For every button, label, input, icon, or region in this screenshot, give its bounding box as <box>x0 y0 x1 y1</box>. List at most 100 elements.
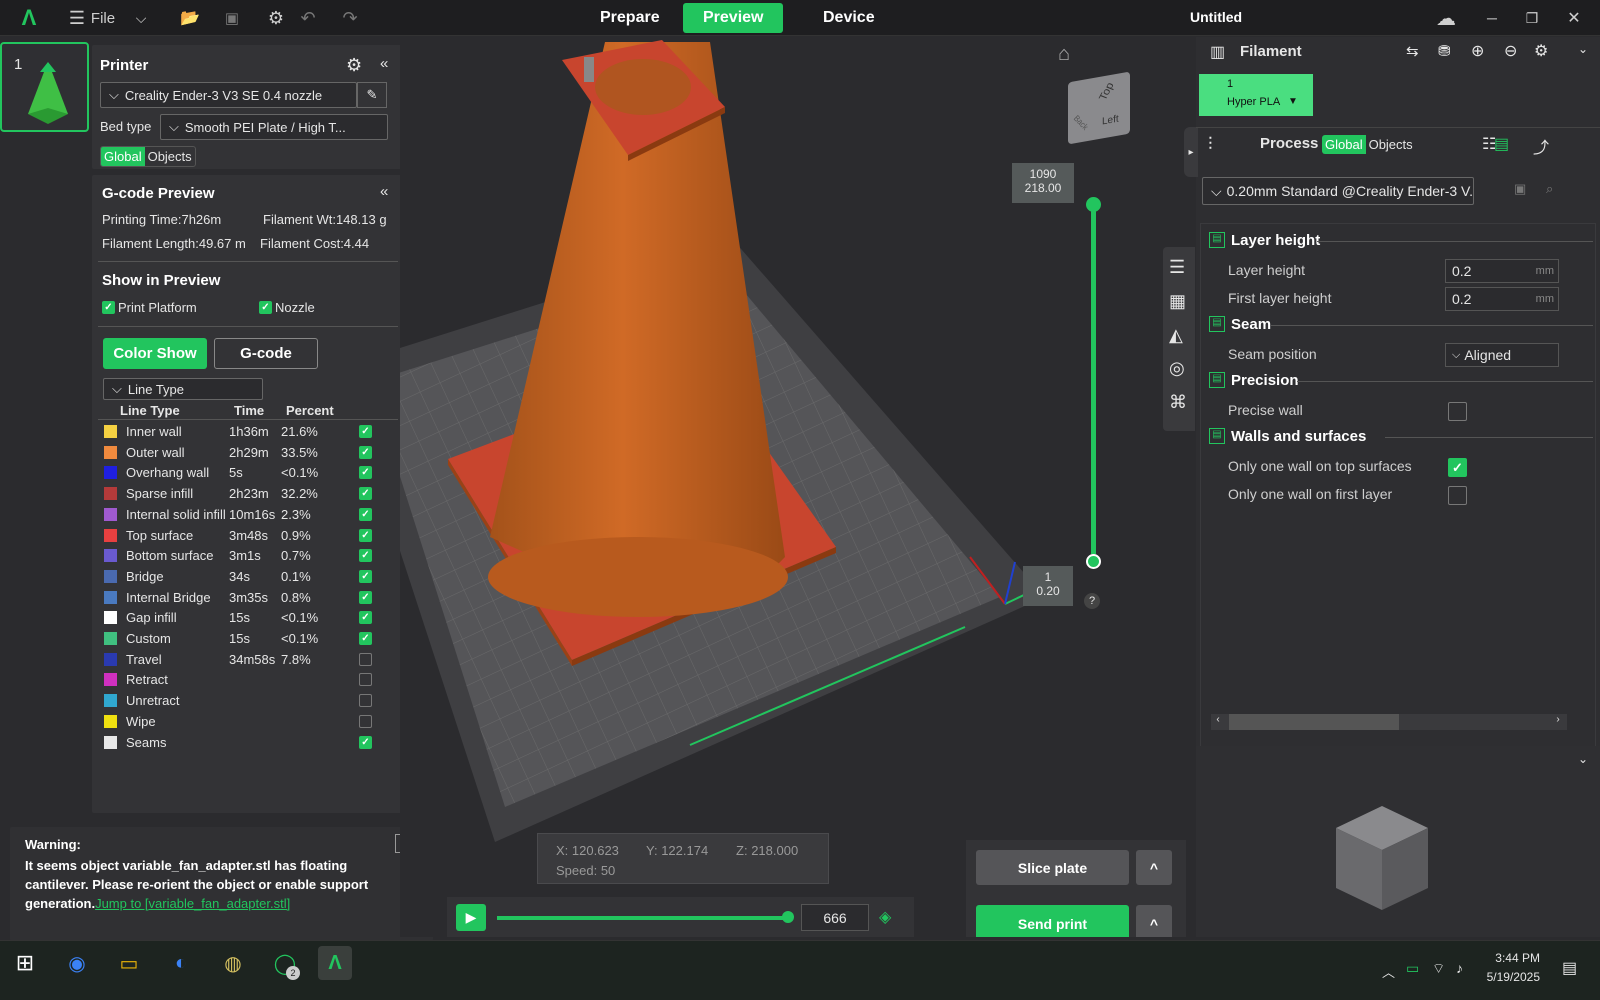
slice-plate-button[interactable]: Slice plate <box>976 850 1129 885</box>
search-icon[interactable]: ⌕ <box>1546 181 1553 197</box>
scroll-thumb[interactable] <box>1229 714 1399 730</box>
volume-icon[interactable]: ♪ <box>1456 960 1463 976</box>
setting-checkbox[interactable] <box>1448 486 1467 505</box>
layers-stack-icon[interactable]: ◈ <box>879 907 891 927</box>
visibility-checkbox[interactable]: ✓ <box>359 590 372 604</box>
windows-start-icon[interactable]: ⊞ <box>8 946 42 980</box>
layers-icon[interactable]: ☰ <box>1169 257 1185 278</box>
visibility-checkbox[interactable] <box>359 694 372 708</box>
redo-icon[interactable]: ↷ <box>338 0 362 36</box>
compare-icon[interactable]: ▤ <box>1494 134 1509 154</box>
command-icon[interactable]: ⌘ <box>1169 392 1187 413</box>
edge-icon[interactable]: ◐ <box>164 946 198 980</box>
clock-time[interactable]: 3:44 PM <box>1480 951 1540 965</box>
visibility-checkbox[interactable] <box>359 652 372 666</box>
collapse-icon[interactable]: « <box>380 55 388 72</box>
close-icon[interactable]: ✕ <box>1562 0 1586 36</box>
scope-objects[interactable]: Objects <box>145 147 195 166</box>
plate-thumbnail[interactable]: 1 <box>0 42 89 132</box>
checkbox[interactable]: ✓ <box>259 301 272 314</box>
visibility-checkbox[interactable]: ✓ <box>359 528 372 542</box>
visibility-checkbox[interactable]: ✓ <box>359 487 372 501</box>
scroll-right-icon[interactable]: › <box>1551 714 1565 725</box>
undo-icon[interactable]: ↶ <box>296 0 320 36</box>
battery-icon[interactable]: ▭ <box>1406 960 1419 977</box>
chrome-icon[interactable]: ◍ <box>216 946 250 980</box>
move-value-input[interactable]: 666 <box>801 904 869 931</box>
scope-global[interactable]: Global <box>101 147 145 166</box>
setting-checkbox[interactable] <box>1448 402 1467 421</box>
creality-print-icon[interactable]: Λ <box>318 946 352 980</box>
horizontal-scrollbar[interactable]: ‹ › <box>1211 714 1567 730</box>
setting-input[interactable]: 0.2 mm <box>1445 259 1559 283</box>
caret-down-icon[interactable]: ▼ <box>1288 96 1298 107</box>
target-icon[interactable]: ◎ <box>1169 358 1185 379</box>
send-print-button[interactable]: Send print <box>976 905 1129 937</box>
printer-settings-icon[interactable]: ⚙ <box>346 55 362 76</box>
restore-icon[interactable]: ❐ <box>1520 0 1544 36</box>
notification-icon[interactable]: ▤ <box>1562 958 1577 978</box>
measure-icon[interactable]: ◭ <box>1169 325 1183 346</box>
layer-slider-track[interactable] <box>1091 204 1096 554</box>
remove-filament-icon[interactable]: ⊖ <box>1504 41 1517 61</box>
setting-select[interactable]: ⌵ Aligned <box>1445 343 1559 367</box>
filament-slot-1[interactable]: 1 Hyper PLA ▼ <box>1199 74 1313 116</box>
chevron-down-icon[interactable]: ⌄ <box>1578 752 1588 766</box>
bed-type-select[interactable]: ⌵ Smooth PEI Plate / High T... <box>160 114 388 140</box>
minimize-icon[interactable]: ─ <box>1480 0 1504 36</box>
visibility-checkbox[interactable]: ✓ <box>359 611 372 625</box>
scope-objects[interactable]: Objects <box>1366 135 1416 154</box>
nozzle-option[interactable]: ✓ Nozzle <box>259 300 315 315</box>
open-folder-icon[interactable]: 📂 <box>178 0 202 36</box>
edit-printer-button[interactable]: ✎ <box>357 82 387 108</box>
gcode-button[interactable]: G-code <box>214 338 318 369</box>
visibility-checkbox[interactable]: ✓ <box>359 632 372 645</box>
color-show-button[interactable]: Color Show <box>103 338 207 369</box>
chevron-down-icon[interactable]: ⌵ <box>130 0 152 36</box>
play-icon[interactable]: ▶ <box>456 904 486 931</box>
setting-input[interactable]: 0.2 mm <box>1445 287 1559 311</box>
save-preset-icon[interactable]: ▣ <box>1514 181 1526 197</box>
tab-prepare[interactable]: Prepare <box>580 3 680 33</box>
3d-viewport[interactable]: ⌂ Top Left Back 1090 218.00 1 0.20 ? ☰ ▦… <box>400 37 1195 937</box>
share-icon[interactable]: ⤴ <box>1533 134 1549 158</box>
grid-view-icon[interactable]: ▦ <box>1169 291 1186 312</box>
process-preset-select[interactable]: ⌵ 0.20mm Standard @Creality Ender-3 V... <box>1202 177 1474 205</box>
jump-to-object-link[interactable]: Jump to [variable_fan_adapter.stl] <box>95 896 290 911</box>
setting-checkbox[interactable]: ✓ <box>1448 458 1467 477</box>
file-menu[interactable]: File <box>90 0 116 36</box>
sync-icon[interactable]: ⇆ <box>1406 42 1419 60</box>
visibility-checkbox[interactable]: ✓ <box>359 466 372 480</box>
add-filament-icon[interactable]: ⊕ <box>1471 41 1484 61</box>
visibility-checkbox[interactable]: ✓ <box>359 445 372 459</box>
visibility-checkbox[interactable]: ✓ <box>359 569 372 583</box>
print-platform-option[interactable]: ✓ Print Platform <box>102 300 197 315</box>
view-type-select[interactable]: ⌵ Line Type <box>103 378 263 400</box>
visibility-checkbox[interactable] <box>359 673 372 687</box>
hamburger-icon[interactable]: ☰ <box>66 0 88 36</box>
clock-date[interactable]: 5/19/2025 <box>1480 970 1540 984</box>
send-options-button[interactable]: ^ <box>1136 905 1172 937</box>
gear-icon[interactable]: ⚙ <box>264 0 288 36</box>
spool-icon[interactable]: ⛃ <box>1438 42 1451 60</box>
visibility-checkbox[interactable] <box>359 714 372 728</box>
filament-settings-icon[interactable]: ⚙ <box>1534 41 1548 61</box>
visibility-checkbox[interactable]: ✓ <box>359 425 372 438</box>
cloud-upload-icon[interactable]: ☁ <box>1432 0 1460 36</box>
help-button[interactable]: ? <box>1084 593 1100 609</box>
printer-select[interactable]: ⌵ Creality Ender-3 V3 SE 0.4 nozzle <box>100 82 357 108</box>
layer-slider-bottom-handle[interactable] <box>1086 554 1101 569</box>
chevron-down-icon[interactable]: ⌄ <box>1578 42 1588 56</box>
chevron-up-icon[interactable]: ︿ <box>1382 962 1395 981</box>
checkbox[interactable]: ✓ <box>102 301 115 314</box>
expand-panel-icon[interactable]: ▸ <box>1184 127 1198 177</box>
move-slider-handle[interactable] <box>782 911 794 923</box>
visibility-checkbox[interactable]: ✓ <box>359 549 372 563</box>
wifi-icon[interactable]: ⌔ <box>1432 960 1445 978</box>
scroll-left-icon[interactable]: ‹ <box>1211 714 1225 725</box>
visibility-checkbox[interactable]: ✓ <box>359 507 372 521</box>
tab-device[interactable]: Device <box>803 3 895 33</box>
scope-global[interactable]: Global <box>1322 135 1366 154</box>
browser-icon[interactable]: ◉ <box>60 946 94 980</box>
file-explorer-icon[interactable]: ▭ <box>112 946 146 980</box>
